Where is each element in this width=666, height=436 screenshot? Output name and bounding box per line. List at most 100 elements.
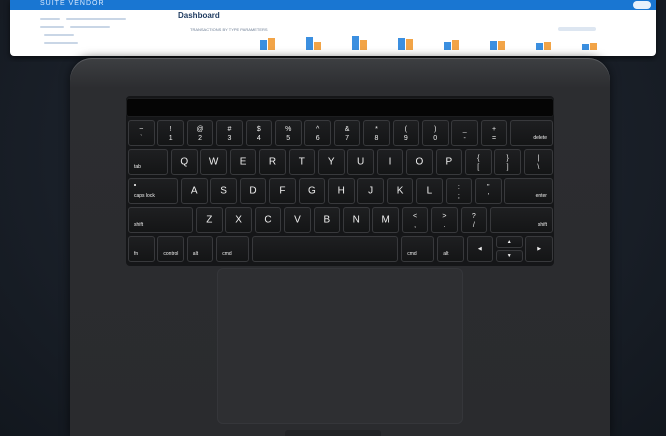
key-quote[interactable]: " ' [475, 178, 502, 204]
key-s[interactable]: S [210, 178, 237, 204]
screen-bar-series-b [498, 41, 505, 50]
key-2[interactable]: @2 [186, 120, 214, 146]
key-fn[interactable]: fn [128, 236, 155, 262]
key-label: control [163, 251, 179, 257]
key-bottom-glyph: = [492, 135, 497, 142]
key-arrow-up[interactable]: ▲ [496, 236, 523, 248]
key-comma[interactable]: <, [401, 207, 429, 233]
key-y[interactable]: Y [318, 149, 345, 175]
key-semicolon[interactable]: :; [445, 178, 473, 204]
key-top-glyph: & [344, 126, 350, 133]
key-j[interactable]: J [357, 178, 384, 204]
key-label: G [307, 185, 316, 197]
key-=[interactable]: + = [480, 120, 508, 146]
key-5[interactable]: % 5 [275, 120, 302, 146]
key-m[interactable]: M [372, 207, 399, 233]
trackpad[interactable] [217, 268, 463, 424]
key-bottom-glyph: - [463, 135, 466, 142]
key-label: O [415, 156, 424, 168]
screen-bar-series-b [544, 42, 551, 50]
key-label: ▲ [506, 239, 512, 245]
key-cmd-left[interactable]: cmd [216, 236, 250, 262]
front-notch [285, 430, 381, 436]
key-label: R [268, 156, 277, 168]
key-0[interactable]: ) 0 [422, 120, 449, 146]
key-top-glyph: + [492, 126, 497, 133]
key-p[interactable]: P [435, 149, 463, 175]
key-q[interactable]: Q [171, 149, 198, 175]
key-arrow-left[interactable]: ◀ [466, 236, 494, 262]
key-t[interactable]: T [288, 149, 316, 175]
key-8[interactable]: * 8 [363, 120, 390, 146]
key-7[interactable]: & 7 [333, 120, 361, 146]
key-x[interactable]: X [225, 207, 252, 233]
key-left-bracket[interactable]: {[ [465, 149, 492, 175]
key-cmd-right[interactable]: cmd [401, 236, 435, 262]
key-label: B [323, 214, 331, 226]
key-top-glyph: ^ [315, 126, 320, 133]
key-label: alt [443, 251, 449, 257]
key-i[interactable]: I [376, 149, 404, 175]
key-bottom-glyph: 8 [374, 135, 379, 142]
key-r[interactable]: R [259, 149, 286, 175]
key-caps-lock[interactable]: caps lock [128, 178, 178, 204]
key-l[interactable]: L [416, 178, 443, 204]
key-o[interactable]: O [406, 149, 433, 175]
key-top-glyph: " [487, 184, 490, 191]
key-enter[interactable]: enter [504, 178, 553, 204]
key-top-glyph: < [413, 213, 418, 220]
key-shift-left[interactable]: shift [128, 207, 193, 233]
key-label: Q [180, 156, 189, 168]
screen-titlebar [10, 0, 656, 10]
key-period[interactable]: >. [431, 207, 458, 233]
key-label: enter [535, 193, 547, 199]
key-bottom-glyph: 2 [198, 135, 202, 142]
key-1[interactable]: ! 1 [157, 120, 184, 146]
key-bottom-glyph: 1 [168, 135, 173, 142]
caps-lock-indicator [134, 184, 136, 186]
key-label: T [298, 156, 305, 168]
key-bottom-glyph: 4 [256, 135, 261, 142]
key--[interactable]: _ - [451, 120, 478, 146]
key-z[interactable]: Z [196, 207, 223, 233]
screen-bar-series-b [406, 39, 413, 50]
key-backslash[interactable]: | \ [523, 149, 553, 175]
key-right-bracket[interactable]: }] [494, 149, 521, 175]
key-6[interactable]: ^ 6 [304, 120, 331, 146]
key-tab[interactable]: tab [128, 149, 168, 175]
key-backtick[interactable]: ~ ` [128, 120, 155, 146]
key-arrow-down[interactable]: ▼ [496, 250, 523, 262]
key-bottom-glyph: 9 [403, 135, 408, 142]
key-d[interactable]: D [239, 178, 267, 204]
key-space[interactable] [252, 236, 399, 262]
key-9[interactable]: (9 [392, 120, 420, 146]
key-top-glyph: ) [434, 126, 437, 133]
screen-brand: SUITE VENDOR [40, 0, 105, 7]
key-c[interactable]: C [254, 207, 282, 233]
key-v[interactable]: V [284, 207, 311, 233]
key-h[interactable]: H [328, 178, 355, 204]
key-slash[interactable]: ? / [460, 207, 488, 233]
key-w[interactable]: W [200, 149, 227, 175]
key-a[interactable]: A [181, 178, 208, 204]
key-n[interactable]: N [343, 207, 370, 233]
key-top-glyph: * [375, 126, 378, 133]
key-arrow-right[interactable]: ▶ [525, 236, 553, 262]
key-3[interactable]: #3 [216, 120, 243, 146]
key-u[interactable]: U [347, 149, 374, 175]
key-bottom-glyph: . [443, 222, 446, 229]
key-label: E [239, 156, 247, 168]
touch-bar[interactable] [126, 98, 554, 117]
key-delete[interactable]: delete [510, 120, 553, 146]
key-f[interactable]: F [269, 178, 296, 204]
key-b[interactable]: B [313, 207, 341, 233]
key-4[interactable]: $4 [245, 120, 273, 146]
key-control[interactable]: control [157, 236, 184, 262]
key-alt-left[interactable]: alt [186, 236, 214, 262]
key-alt-right[interactable]: alt [437, 236, 464, 262]
key-k[interactable]: K [386, 178, 414, 204]
key-shift-right[interactable]: shift [490, 207, 553, 233]
key-g[interactable]: G [298, 178, 326, 204]
key-e[interactable]: E [229, 149, 257, 175]
key-top-glyph: # [227, 126, 232, 133]
